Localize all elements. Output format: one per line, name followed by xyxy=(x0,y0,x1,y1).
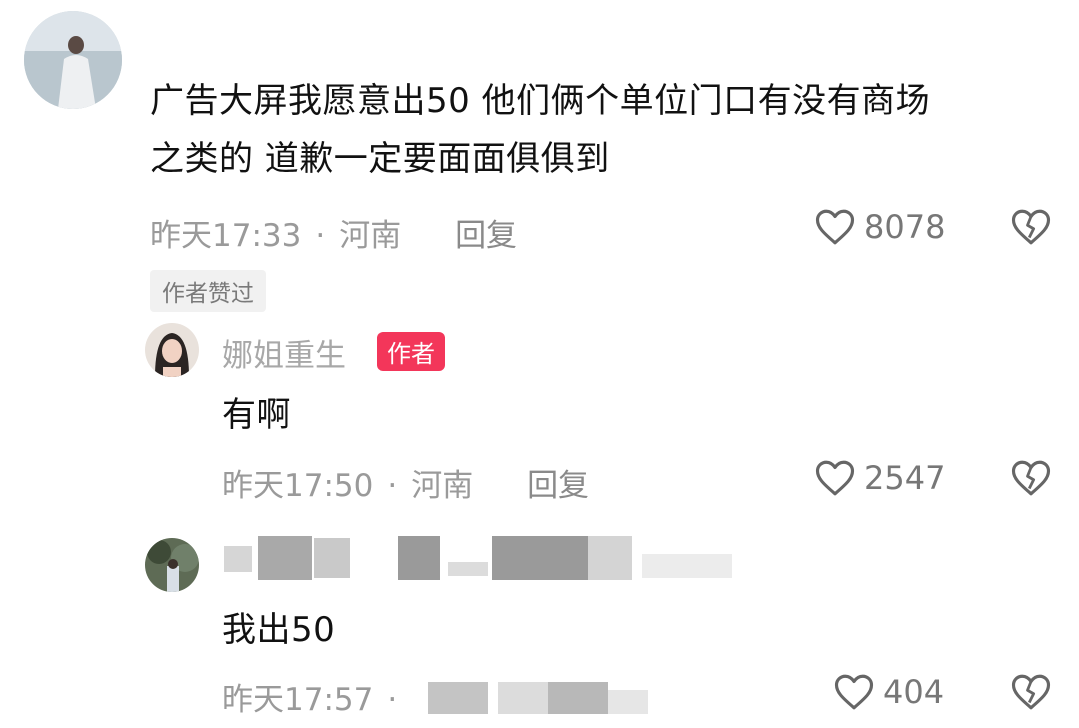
like-count: 2547 xyxy=(864,459,946,497)
dislike-button[interactable] xyxy=(1010,207,1052,251)
other-user-reply-text: 我出50 xyxy=(222,610,336,650)
broken-heart-icon xyxy=(1011,209,1051,245)
reply-button[interactable]: 回复 xyxy=(527,468,589,504)
comment-location: 河南 xyxy=(339,218,402,254)
heart-outline-icon xyxy=(834,674,874,710)
heart-outline-icon xyxy=(815,460,855,496)
other-user-reply-meta: 昨天17:57 · xyxy=(222,674,411,719)
comment-meta: 昨天17:33 · 河南 回复 xyxy=(150,210,517,255)
author-reply-location: 河南 xyxy=(411,468,474,504)
like-button[interactable]: 404 xyxy=(833,672,944,712)
comment-time: 昨天17:33 xyxy=(150,218,302,254)
other-user-reply-time: 昨天17:57 xyxy=(222,682,374,718)
meta-dot: · xyxy=(315,218,326,254)
author-username[interactable]: 娜姐重生 xyxy=(222,330,346,375)
commenter-avatar[interactable] xyxy=(24,11,122,109)
author-liked-tag: 作者赞过 xyxy=(150,270,266,312)
author-reply-text: 有啊 xyxy=(222,395,291,435)
author-badge: 作者 xyxy=(377,332,445,371)
like-button[interactable]: 2547 xyxy=(814,458,945,498)
author-reply-time: 昨天17:50 xyxy=(222,468,374,504)
meta-dot: · xyxy=(387,682,398,718)
dislike-button[interactable] xyxy=(1010,458,1052,502)
heart-outline-icon xyxy=(815,209,855,245)
dislike-button[interactable] xyxy=(1010,672,1052,716)
redacted-location-reply xyxy=(428,676,648,716)
comment-text-line-1: 广告大屏我愿意出50 他们俩个单位门口有没有商场 xyxy=(150,81,931,121)
meta-dot: · xyxy=(387,468,398,504)
broken-heart-icon xyxy=(1011,674,1051,710)
redacted-username xyxy=(222,534,732,584)
other-user-avatar[interactable] xyxy=(145,538,199,592)
comment-text: 广告大屏我愿意出50 他们俩个单位门口有没有商场 之类的 道歉一定要面面俱俱到 xyxy=(150,72,1070,188)
like-count: 8078 xyxy=(864,208,946,246)
author-avatar[interactable] xyxy=(145,323,199,377)
comment-text-line-2: 之类的 道歉一定要面面俱俱到 xyxy=(150,139,610,179)
reply-button[interactable]: 回复 xyxy=(455,218,517,254)
broken-heart-icon xyxy=(1011,460,1051,496)
like-count: 404 xyxy=(883,673,945,711)
author-reply-meta: 昨天17:50 · 河南 回复 xyxy=(222,460,589,505)
like-button[interactable]: 8078 xyxy=(814,207,945,247)
